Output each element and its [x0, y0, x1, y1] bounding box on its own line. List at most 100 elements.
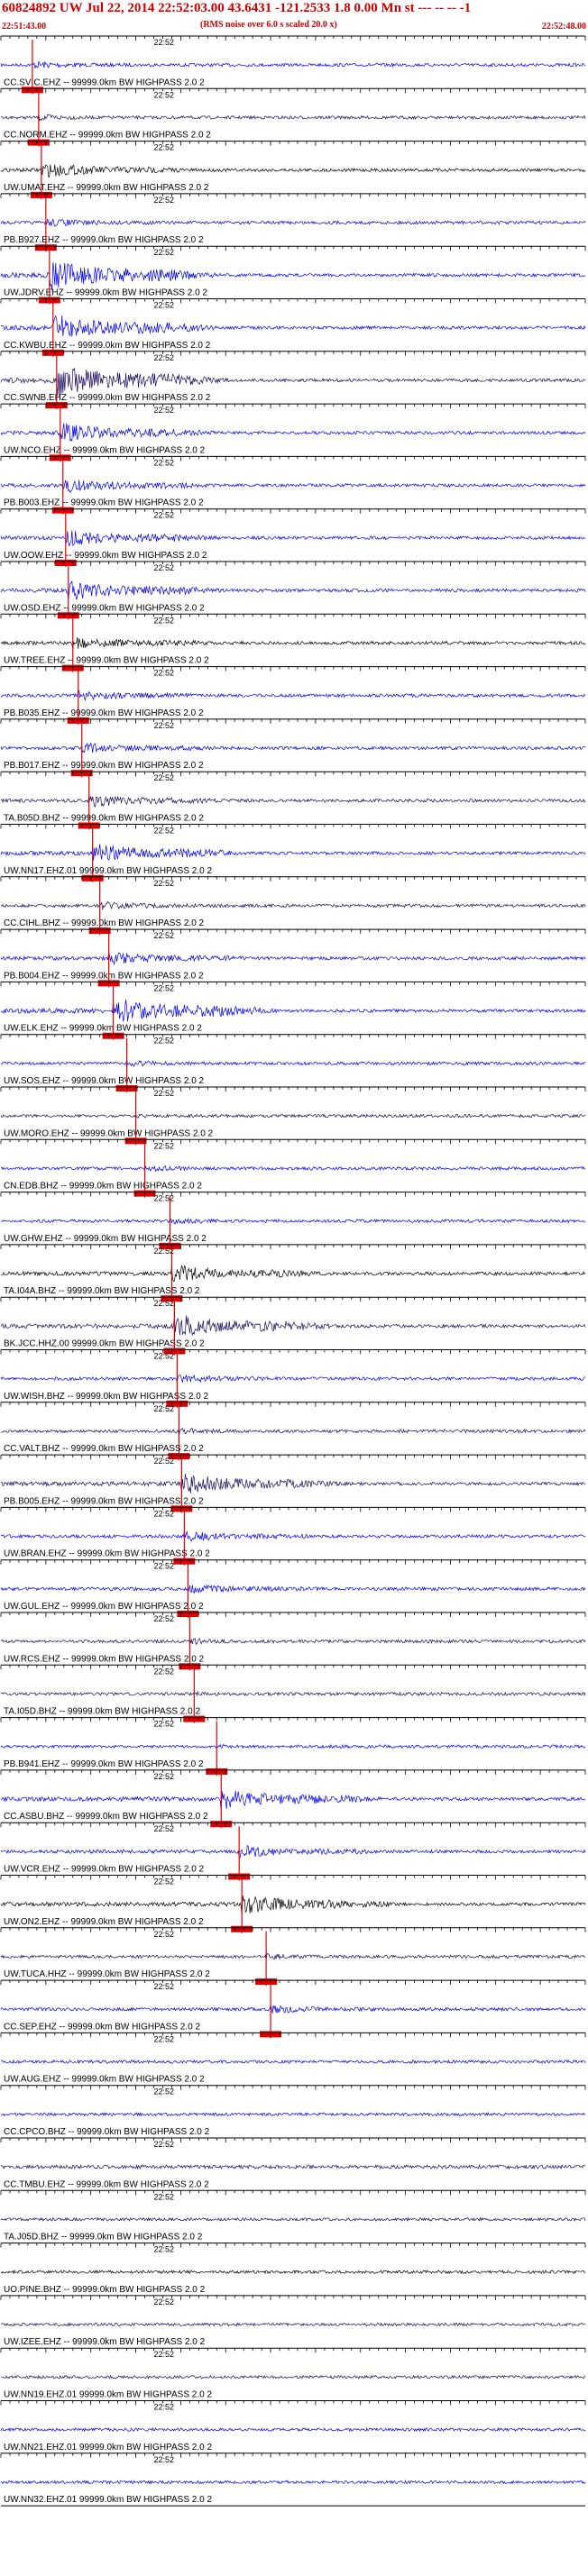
station-label: PB.B035.EHZ -- 99999.0km BW HIGHPASS 2.0… [4, 708, 204, 718]
pick-marker [38, 297, 60, 304]
waveform-trace [0, 1690, 586, 1697]
pick-marker [41, 349, 64, 356]
inline-time-label: 22:52 [153, 1509, 174, 1518]
inline-time-label: 22:52 [153, 1457, 174, 1466]
inline-time-label: 22:52 [153, 773, 174, 782]
inline-time-label: 22:52 [153, 38, 174, 47]
inline-time-label: 22:52 [153, 1089, 174, 1098]
station-label: CC.TMBU.EHZ -- 99999.0km BW HIGHPASS 2.0… [4, 2179, 209, 2189]
waveform-trace [0, 952, 586, 965]
inline-time-label: 22:52 [153, 1247, 174, 1256]
inline-time-label: 22:52 [153, 1352, 174, 1361]
inline-time-label: 22:52 [153, 879, 174, 888]
waveform-trace [0, 1790, 585, 1812]
inline-time-label: 22:52 [153, 458, 174, 467]
station-label: UW.AUG.EHZ -- 99999.0km BW HIGHPASS 2.0 … [4, 2075, 205, 2085]
station-label: UW.OSD.EHZ -- 99999.0km BW HIGHPASS 2.0 … [4, 603, 205, 613]
inline-time-label: 22:52 [153, 1299, 174, 1308]
station-label: TA.J05D.BHZ -- 99999.0km BW HIGHPASS 2.0… [4, 2233, 203, 2243]
waveform-trace [0, 1060, 586, 1067]
inline-time-label: 22:52 [153, 353, 174, 362]
inline-time-label: 22:52 [153, 1982, 174, 1991]
inline-time-label: 22:52 [153, 2034, 174, 2043]
inline-time-label: 22:52 [153, 616, 174, 625]
waveform-trace [0, 114, 586, 122]
station-label: CC.CPCO.BHZ -- 99999.0km BW HIGHPASS 2.0… [4, 2127, 210, 2137]
station-label: UW.GHW.EHZ -- 99999.0km BW HIGHPASS 2.0 … [4, 1234, 207, 1244]
inline-time-label: 22:52 [153, 1667, 174, 1676]
station-label: UW.RCS.EHZ -- 99999.0km BW HIGHPASS 2.0 … [4, 1654, 205, 1664]
inline-time-label: 22:52 [153, 196, 174, 205]
station-label: UW.UMAT.EHZ -- 99999.0km BW HIGHPASS 2.0… [4, 183, 209, 193]
station-label: CN.EDB.BHZ -- 99999.0km BW HIGHPASS 2.0 … [4, 1182, 202, 1192]
inline-time-label: 22:52 [153, 1720, 174, 1729]
station-label: TA.B05D.BHZ -- 99999.0km BW HIGHPASS 2.0… [4, 814, 204, 824]
pick-marker [177, 1611, 199, 1617]
pick-marker [255, 1978, 278, 1986]
inline-time-label: 22:52 [153, 1194, 174, 1203]
waveform-trace [0, 2112, 586, 2117]
waveform-trace [0, 2059, 586, 2065]
station-label: CC.NORM.EHZ -- 99999.0km BW HIGHPASS 2.0… [4, 131, 211, 141]
waveform-trace [0, 1374, 585, 1384]
seismogram-plot: 22:52 CC.SVIC.EHZ -- 99999.0km BW HIGHPAS… [0, 35, 586, 2507]
station-label: TA.I04A.BHZ -- 99999.0km BW HIGHPASS 2.0… [4, 1286, 200, 1296]
station-label: UW.NCO.EHZ -- 99999.0km BW HIGHPASS 2.0 … [4, 445, 206, 455]
inline-time-label: 22:52 [153, 1772, 174, 1781]
inline-time-label: 22:52 [153, 2087, 174, 2096]
inline-time-label: 22:52 [153, 1614, 174, 1623]
station-label: PB.B005.EHZ -- 99999.0km BW HIGHPASS 2.0… [4, 1496, 204, 1506]
inline-time-label: 22:52 [153, 1877, 174, 1886]
pick-marker [57, 612, 79, 619]
station-label: PB.B004.EHZ -- 99999.0km BW HIGHPASS 2.0… [4, 971, 204, 981]
inline-time-label: 22:52 [153, 669, 174, 678]
inline-time-label: 22:52 [153, 301, 174, 310]
waveform-trace [0, 1743, 586, 1749]
station-label: CC.KWBU.EHZ -- 99999.0km BW HIGHPASS 2.0… [4, 341, 211, 351]
inline-time-label: 22:52 [153, 90, 174, 99]
waveform-trace [0, 218, 586, 227]
pick-marker [183, 1715, 206, 1722]
station-label: UW.OOW.EHZ -- 99999.0km BW HIGHPASS 2.0 … [4, 551, 207, 561]
station-label: UW.GUL.EHZ -- 99999.0km BW HIGHPASS 2.0 … [4, 1602, 204, 1612]
waveform-trace [0, 480, 586, 494]
pick-marker [231, 1925, 253, 1932]
waveform-trace [0, 2374, 586, 2380]
waveform-trace [0, 315, 586, 337]
waveform-trace [0, 1265, 586, 1282]
inline-time-label: 22:52 [153, 2297, 174, 2307]
inline-time-label: 22:52 [153, 511, 174, 520]
waveform-trace [0, 2269, 586, 2275]
inline-time-label: 22:52 [153, 983, 174, 992]
station-label: UW.NN19.EHZ.01 99999.0km BW HIGHPASS 2.0… [4, 2390, 212, 2400]
inline-time-label: 22:52 [153, 2245, 174, 2254]
station-label: PB.B941.EHZ -- 99999.0km BW HIGHPASS 2.0… [4, 1759, 204, 1769]
waveform-trace [0, 1165, 585, 1173]
waveform-trace [0, 164, 586, 178]
station-label: UW.NN17.EHZ.01 99999.0km BW HIGHPASS 2.0… [4, 866, 212, 876]
station-label: CC.ASBU.BHZ -- 99999.0km BW HIGHPASS 2.0… [4, 1812, 208, 1822]
station-label: TA.I05D.BHZ -- 99999.0km BW HIGHPASS 2.0… [4, 1707, 200, 1717]
waveform-trace [0, 1474, 586, 1494]
waveform-trace [0, 1638, 586, 1645]
inline-time-label: 22:52 [153, 1562, 174, 1571]
station-label: PB.B927.EHZ -- 99999.0km BW HIGHPASS 2.0… [4, 235, 204, 245]
station-label: UW.ELK.EHZ -- 99999.0km BW HIGHPASS 2.0 … [4, 1024, 202, 1034]
pick-marker [45, 402, 68, 409]
waveform-trace [0, 1428, 586, 1436]
station-label: UW.SOS.EHZ -- 99999.0km BW HIGHPASS 2.0 … [4, 1076, 205, 1086]
waveform-trace [0, 423, 586, 443]
station-label: UW.ON2.EHZ -- 99999.0km BW HIGHPASS 2.0 … [4, 1917, 204, 1927]
pick-marker [30, 191, 52, 198]
pick-marker [67, 717, 89, 724]
station-label: UW.WISH.BHZ -- 99999.0km BW HIGHPASS 2.0… [4, 1392, 209, 1402]
pick-marker [102, 1032, 124, 1039]
station-label: UW.IZEE.EHZ -- 99999.0km BW HIGHPASS 2.0… [4, 2337, 206, 2347]
station-label: UW.VCR.EHZ -- 99999.0km BW HIGHPASS 2.0 … [4, 1865, 205, 1875]
waveform-trace [0, 1845, 586, 1859]
waveform-trace [0, 1315, 586, 1337]
waveform-trace [0, 2426, 586, 2433]
waveform-trace [0, 2322, 585, 2327]
station-label: CC.SWNB.EHZ -- 99999.0km BW HIGHPASS 2.0… [4, 393, 211, 403]
waveform-trace [0, 368, 586, 397]
